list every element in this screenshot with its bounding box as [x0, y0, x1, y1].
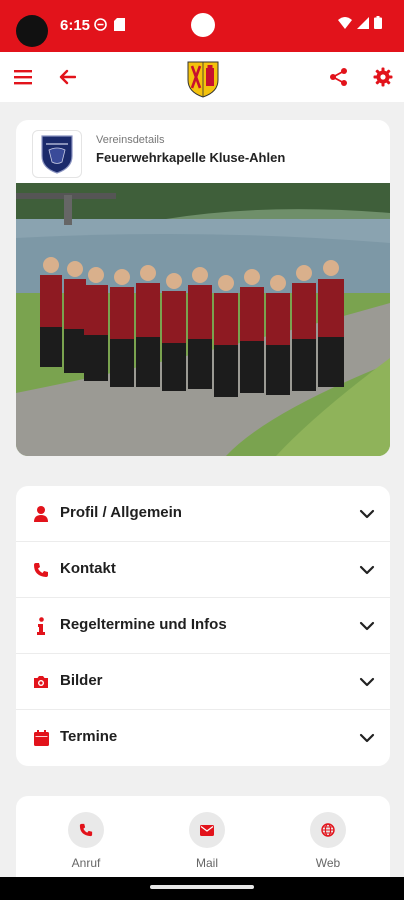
status-time: 6:15 — [60, 17, 91, 34]
chevron-down-icon — [359, 509, 375, 519]
user-icon — [32, 504, 50, 524]
web-button[interactable]: Web — [288, 812, 368, 870]
mail-button[interactable]: Mail — [167, 812, 247, 870]
dnd-icon — [94, 18, 107, 33]
share-icon[interactable] — [326, 64, 352, 90]
phone-icon — [32, 560, 50, 580]
calendar-icon — [32, 728, 50, 748]
club-logo — [32, 130, 82, 178]
phone-icon — [68, 812, 104, 848]
accordion-label: Bilder — [60, 672, 103, 689]
chevron-down-icon — [359, 621, 375, 631]
group-photo[interactable] — [16, 183, 390, 456]
accordion-label: Kontakt — [60, 560, 116, 577]
system-nav-bar — [0, 877, 404, 900]
battery-icon — [374, 16, 382, 34]
camera-cutout — [16, 15, 48, 47]
gear-icon[interactable] — [370, 64, 396, 90]
home-indicator[interactable] — [150, 885, 254, 889]
section-caption: Vereinsdetails — [96, 134, 165, 146]
web-label: Web — [315, 856, 341, 870]
wifi-icon — [338, 16, 352, 34]
quick-actions-card: Anruf Mail Web — [16, 796, 390, 880]
camera-icon — [32, 672, 50, 692]
mail-label: Mail — [195, 856, 218, 870]
accordion-regeltermine[interactable]: Regeltermine und Infos — [16, 598, 390, 654]
accordion-label: Regeltermine und Infos — [60, 616, 227, 633]
mail-icon — [189, 812, 225, 848]
chevron-down-icon — [359, 733, 375, 743]
back-arrow-icon[interactable] — [54, 64, 80, 90]
accordion-label: Profil / Allgemein — [60, 504, 182, 521]
accordion-kontakt[interactable]: Kontakt — [16, 542, 390, 598]
globe-icon — [310, 812, 346, 848]
app-bar — [0, 52, 404, 102]
accordion-label: Termine — [60, 728, 118, 745]
menu-icon[interactable] — [10, 64, 36, 90]
sd-card-icon — [114, 18, 125, 33]
accordion-bilder[interactable]: Bilder — [16, 654, 390, 710]
club-header-card: Vereinsdetails Feuerwehrkapelle Kluse-Ah… — [16, 120, 390, 456]
notification-dot — [191, 13, 215, 37]
status-bar: 6:15 — [0, 0, 404, 52]
chevron-down-icon — [359, 565, 375, 575]
club-name: Feuerwehrkapelle Kluse-Ahlen — [96, 150, 286, 165]
info-icon — [32, 616, 50, 636]
accordion-termine[interactable]: Termine — [16, 710, 390, 766]
signal-icon — [357, 16, 369, 34]
chevron-down-icon — [359, 677, 375, 687]
call-button[interactable]: Anruf — [46, 812, 126, 870]
details-accordion: Profil / Allgemein Kontakt Regeltermine … — [16, 486, 390, 766]
municipality-crest-logo — [186, 60, 220, 98]
accordion-profil[interactable]: Profil / Allgemein — [16, 486, 390, 542]
call-label: Anruf — [71, 856, 101, 870]
